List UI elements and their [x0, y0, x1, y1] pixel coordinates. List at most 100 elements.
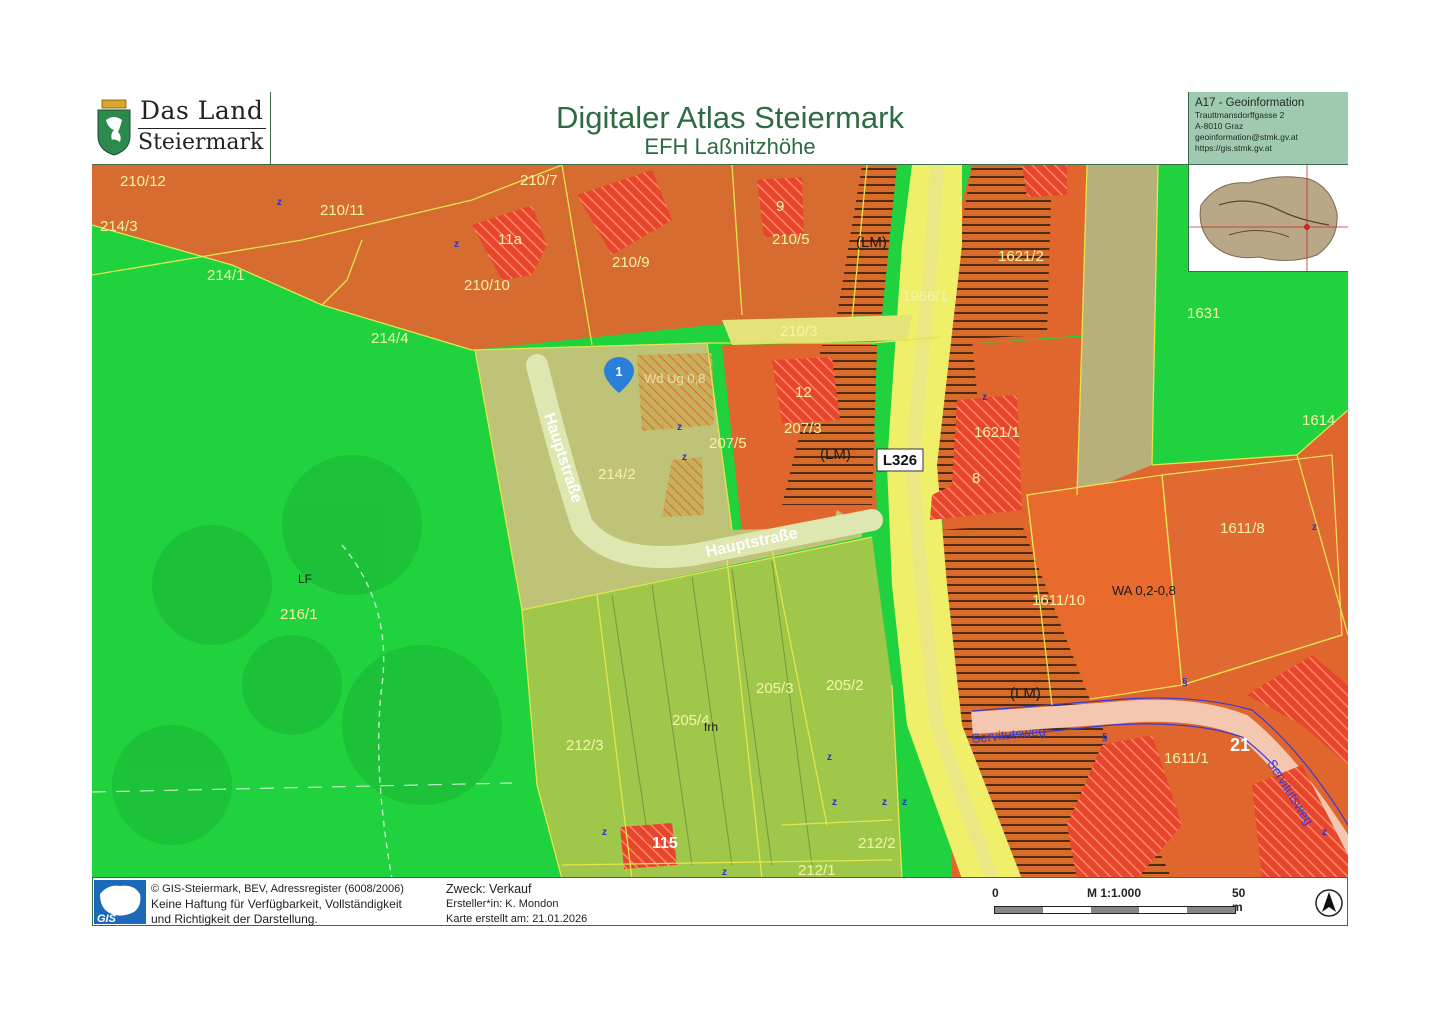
parcel-label: 1611/1	[1164, 750, 1209, 767]
road-label-l326: L326	[883, 452, 917, 469]
page-title: Digitaler Atlas Steiermark	[555, 100, 904, 135]
parcel-label: 1631	[1187, 305, 1220, 322]
page-subtitle: EFH Laßnitzhöhe	[644, 134, 816, 159]
svg-text:GIS: GIS	[97, 913, 117, 924]
svg-text:§: §	[1102, 732, 1108, 743]
parcel-label: 1614	[1302, 412, 1335, 429]
north-arrow-icon	[1315, 889, 1343, 917]
svg-text:z: z	[1322, 827, 1327, 838]
svg-text:z: z	[1312, 522, 1317, 533]
scale-start-label: 0	[992, 886, 999, 900]
title-box: Digitaler Atlas Steiermark EFH Laßnitzhö…	[270, 92, 1189, 164]
parcel-label: 9	[776, 198, 784, 215]
scale-seg	[1139, 907, 1187, 913]
scale-seg	[1043, 907, 1091, 913]
marker-zone-label: Wd Ug 0,8	[644, 371, 705, 386]
zone-greenland-grey	[1077, 165, 1158, 497]
created-date-text: Karte erstellt am: 21.01.2026	[446, 913, 588, 925]
parcel-label: 212/1	[798, 862, 836, 878]
parcel-label: 207/3	[784, 420, 822, 437]
parcel-label: 210/3	[780, 323, 818, 340]
overview-map[interactable]	[1188, 165, 1348, 272]
svg-text:z: z	[882, 797, 887, 808]
parcel-label: WA 0,2-0,8	[1112, 583, 1176, 598]
parcel-label: (LM)	[856, 234, 887, 251]
marker-number: 1	[615, 364, 622, 379]
gis-logo-icon: GIS	[97, 885, 141, 925]
info-city: A-8010 Graz	[1195, 121, 1244, 131]
parcel-label: 210/9	[612, 254, 650, 271]
svg-text:z: z	[902, 797, 907, 808]
scale-bar	[994, 906, 1236, 914]
scale-seg	[995, 907, 1043, 913]
svg-text:z: z	[827, 752, 832, 763]
info-department: A17 - Geoinformation	[1195, 97, 1305, 109]
parcel-label: 214/2	[598, 466, 636, 483]
parcel-label: 1966/1	[902, 288, 948, 305]
parcel-label: 212/3	[566, 737, 604, 754]
svg-text:z: z	[832, 797, 837, 808]
svg-text:z: z	[722, 867, 727, 878]
gis-logo: GIS	[94, 880, 146, 925]
header: Das Land Steiermark Digitaler Atlas Stei…	[92, 92, 1348, 164]
parcel-label: 212/2	[858, 835, 896, 852]
parcel-label: frh	[704, 720, 718, 734]
parcel-label: 1611/8	[1220, 520, 1265, 537]
scale-bar-block: 0 M 1:1.000 50 m	[992, 886, 1252, 916]
parcel-label: 205/2	[826, 677, 864, 694]
logo-rule	[138, 128, 266, 129]
svg-text:§: §	[1182, 677, 1188, 688]
steiermark-crest-icon	[97, 99, 131, 156]
copyright-block: © GIS-Steiermark, BEV, Adressregister (6…	[151, 882, 404, 927]
info-box: A17 - Geoinformation Trauttmansdorffgass…	[1188, 92, 1348, 164]
logo-line1: Das Land	[140, 96, 264, 125]
map-canvas[interactable]: zzz zzz zzz zzz z§§ 210/12 210/7 210/11 …	[92, 165, 1348, 878]
svg-text:z: z	[982, 392, 987, 403]
parcel-label: 214/4	[371, 330, 409, 347]
building-marker-parcel	[637, 353, 714, 431]
purpose-block: Zweck: Verkauf Ersteller*in: K. Mondon K…	[446, 882, 587, 927]
parcel-label: 210/12	[120, 173, 166, 190]
parcel-label: 115	[652, 835, 678, 852]
overview-map-canvas	[1189, 165, 1348, 271]
map-area[interactable]: zzz zzz zzz zzz z § § 210/12 210/7 210/11 …	[92, 164, 1348, 878]
svg-text:z: z	[454, 239, 459, 250]
parcel-label: 216/1	[280, 606, 318, 623]
parcel-label: (LM)	[820, 446, 851, 463]
parcel-label: 207/5	[709, 435, 747, 452]
info-web[interactable]: https://gis.stmk.gv.at	[1195, 143, 1348, 154]
svg-text:z: z	[277, 197, 282, 208]
disclaimer-line2: und Richtigkeit der Darstellung.	[151, 912, 318, 926]
parcel-label: 210/10	[464, 277, 510, 294]
svg-text:z: z	[682, 452, 687, 463]
copyright-text: © GIS-Steiermark, BEV, Adressregister (6…	[151, 883, 404, 895]
parcel-label: (LM)	[1010, 685, 1041, 702]
parcel-label: 1621/2	[998, 248, 1044, 265]
scale-ratio-label: M 1:1.000	[1087, 886, 1142, 900]
logo-line2: Steiermark	[138, 130, 264, 155]
parcel-label: 210/5	[772, 231, 810, 248]
parcel-label: 1611/10	[1032, 592, 1085, 609]
parcel-label: 12	[795, 384, 812, 401]
building-7	[1022, 165, 1067, 197]
svg-text:z: z	[677, 422, 682, 433]
logo-box: Das Land Steiermark	[92, 92, 270, 164]
parcel-label: 210/7	[520, 172, 558, 189]
creator-text: Ersteller*in: K. Mondon	[446, 898, 559, 910]
purpose-text: Zweck: Verkauf	[446, 882, 532, 896]
parcel-label: 214/3	[100, 218, 138, 235]
parcel-label: 210/11	[320, 202, 365, 219]
parcel-label: 8	[972, 470, 980, 487]
info-email[interactable]: geoinformation@stmk.gv.at	[1195, 132, 1348, 143]
parcel-label: 1621/1	[974, 424, 1020, 441]
parcel-label: 11a	[498, 231, 523, 248]
svg-text:z: z	[602, 827, 607, 838]
parcel-label: LF	[298, 572, 312, 586]
parcel-label: 214/1	[207, 267, 245, 284]
footer: GIS © GIS-Steiermark, BEV, Adressregiste…	[92, 878, 1348, 926]
info-street: Trauttmansdorffgasse 2	[1195, 110, 1285, 120]
parcel-label: 21	[1230, 735, 1250, 755]
disclaimer-line1: Keine Haftung für Verfügbarkeit, Vollstä…	[151, 897, 402, 911]
parcel-label: 205/3	[756, 680, 794, 697]
scale-seg	[1091, 907, 1139, 913]
